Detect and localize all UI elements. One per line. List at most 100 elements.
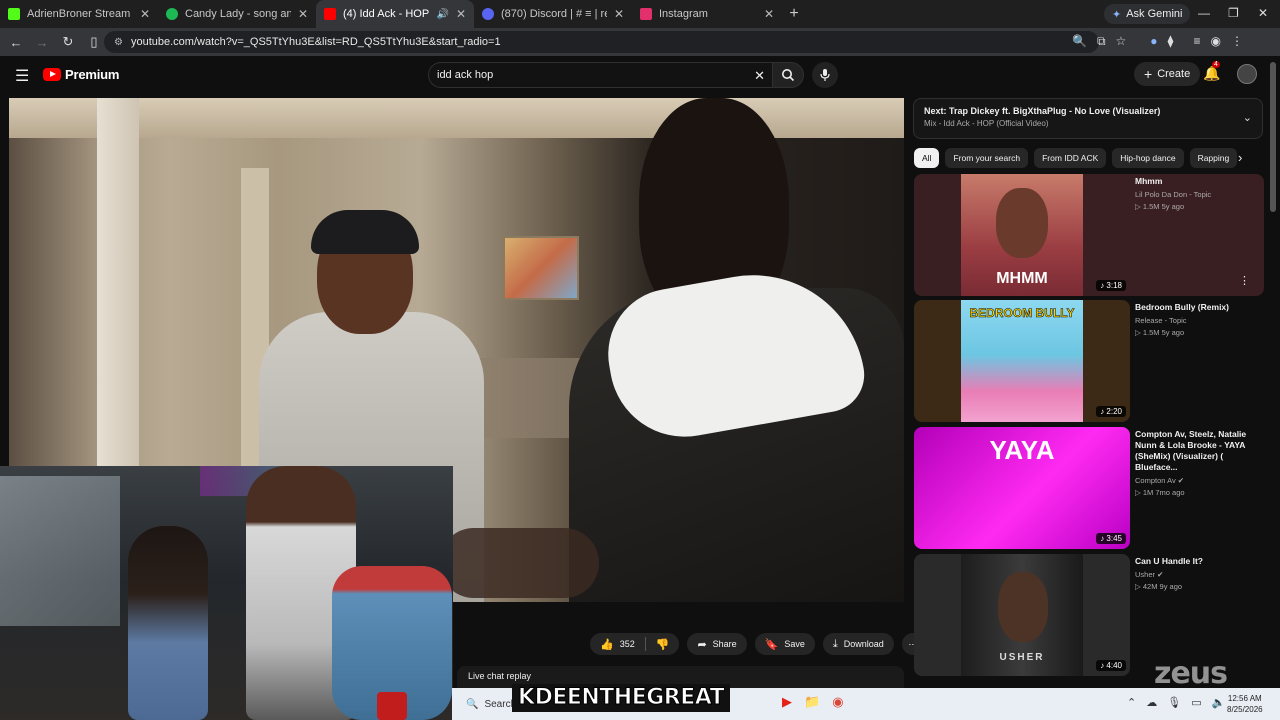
more-vertical-icon[interactable]: ⋮ bbox=[1239, 274, 1250, 287]
browser-tab-youtube[interactable]: (4) Idd Ack - HOP (Official V 🔊 ✕ bbox=[316, 0, 474, 28]
create-label: Create bbox=[1157, 68, 1191, 80]
profile-icon[interactable]: ◉ bbox=[1211, 34, 1221, 49]
clear-search-icon[interactable]: ✕ bbox=[754, 68, 765, 84]
browser-tab-kick[interactable]: AdrienBroner Stream - Watch L ✕ bbox=[0, 0, 158, 28]
chevron-down-icon[interactable]: ⌄ bbox=[1243, 111, 1252, 124]
browser-tab-bar: AdrienBroner Stream - Watch L ✕ Candy La… bbox=[0, 0, 1280, 28]
close-window-icon[interactable]: ✕ bbox=[1258, 6, 1268, 20]
chip-from-your-search[interactable]: From your search bbox=[945, 148, 1029, 168]
browser-address-row: ← → ↻ ▯ ⚙ youtube.com/watch?v=_QS5TtYhu3… bbox=[0, 28, 1280, 56]
cloud-icon[interactable]: ☁ bbox=[1146, 696, 1157, 709]
extensions-puzzle-icon[interactable]: ⧫ bbox=[1168, 34, 1174, 49]
video-thumbnail[interactable]: USHER ♪ 4:40 bbox=[914, 554, 1130, 676]
volume-icon[interactable]: 🔈 bbox=[1212, 696, 1226, 709]
thumbs-down-icon[interactable]: 👎 bbox=[656, 638, 670, 651]
video-thumbnail[interactable]: YAYA ♪ 3:45 bbox=[914, 427, 1130, 549]
filter-chips: All From your search From IDD ACK Hip-ho… bbox=[914, 148, 1238, 168]
share-button[interactable]: ➦ Share bbox=[687, 633, 747, 655]
back-icon[interactable]: ← bbox=[4, 35, 28, 50]
duration-badge: ♪ 4:40 bbox=[1096, 660, 1126, 671]
extension-icon[interactable]: ● bbox=[1150, 34, 1157, 49]
zoom-icon[interactable]: 🔍 bbox=[1072, 34, 1087, 49]
close-tab-icon[interactable]: ✕ bbox=[140, 7, 150, 21]
chip-rapping[interactable]: Rapping bbox=[1189, 148, 1238, 168]
close-tab-icon[interactable]: ✕ bbox=[614, 7, 624, 21]
search-input[interactable]: idd ack hop ✕ bbox=[428, 62, 773, 88]
taskbar-clock[interactable]: 12:56 AM 8/25/2026 bbox=[1227, 693, 1263, 715]
video-info: Mhmm Lil Polo Da Don - Topic ▷ 1.5M 5y a… bbox=[1135, 176, 1261, 211]
like-button[interactable]: 👍 352 👎 bbox=[590, 633, 680, 655]
channel-name[interactable]: Release - Topic bbox=[1135, 316, 1261, 325]
url-bar[interactable]: ⚙ youtube.com/watch?v=_QS5TtYhu3E&list=R… bbox=[104, 31, 1099, 53]
search-button[interactable] bbox=[772, 62, 804, 88]
reload-icon[interactable]: ↻ bbox=[56, 34, 80, 50]
bookmark-star-icon[interactable]: ☆ bbox=[1116, 34, 1127, 49]
video-title[interactable]: Compton Av, Steelz, Natalie Nunn & Lola … bbox=[1135, 429, 1261, 473]
chevron-right-icon[interactable]: › bbox=[1238, 150, 1242, 165]
create-button[interactable]: + Create bbox=[1134, 62, 1201, 86]
reading-list-icon[interactable]: ≡ bbox=[1193, 34, 1200, 49]
duration-badge: ♪ 3:45 bbox=[1096, 533, 1126, 544]
voice-search-button[interactable] bbox=[812, 62, 838, 88]
plus-icon: + bbox=[1144, 66, 1153, 82]
site-info-icon[interactable]: ⚙ bbox=[114, 37, 123, 48]
ask-gemini-button[interactable]: ✦ Ask Gemini bbox=[1104, 4, 1191, 24]
video-actions: 👍 352 👎 ➦ Share 🔖 Save ⤓ Download ⋯ bbox=[590, 633, 924, 655]
video-title[interactable]: Bedroom Bully (Remix) bbox=[1135, 302, 1261, 313]
page-scrollbar[interactable] bbox=[1270, 62, 1276, 212]
channel-name[interactable]: Usher ✔ bbox=[1135, 570, 1261, 579]
chip-from-idd-ack[interactable]: From IDD ACK bbox=[1034, 148, 1107, 168]
video-meta: ▷ 1M 7mo ago bbox=[1135, 488, 1185, 497]
kick-icon bbox=[8, 8, 20, 20]
system-tray: ⌃ ☁ 🎙 ▭ 🔈 bbox=[1127, 696, 1225, 709]
close-tab-icon[interactable]: ✕ bbox=[298, 7, 308, 21]
video-thumbnail[interactable]: BEDROOM BULLY ♪ 2:20 bbox=[914, 300, 1130, 422]
maximize-icon[interactable]: ❐ bbox=[1228, 6, 1239, 20]
forward-icon[interactable]: → bbox=[30, 35, 54, 50]
account-avatar[interactable] bbox=[1237, 64, 1257, 84]
side-panel-icon[interactable]: ▯ bbox=[82, 34, 106, 50]
recommended-video[interactable]: MHMM ♪ 3:18 Mhmm Lil Polo Da Don - Topic… bbox=[914, 174, 1264, 296]
chevron-up-icon[interactable]: ⌃ bbox=[1127, 696, 1136, 709]
channel-name[interactable]: Lil Polo Da Don - Topic bbox=[1135, 190, 1261, 199]
recommended-video[interactable]: YAYA ♪ 3:45 Compton Av, Steelz, Natalie … bbox=[914, 427, 1264, 549]
live-chat-label: Live chat replay bbox=[468, 671, 532, 681]
tab-label: (870) Discord | # ≡ | reaction bbox=[501, 8, 607, 20]
cast-icon[interactable]: ⧉ bbox=[1097, 34, 1106, 49]
up-next-title: Next: Trap Dickey ft. BigXthaPlug - No L… bbox=[924, 106, 1161, 116]
microphone-icon[interactable]: 🎙 bbox=[1167, 696, 1181, 709]
display-icon[interactable]: ▭ bbox=[1191, 696, 1201, 709]
close-tab-icon[interactable]: ✕ bbox=[456, 7, 466, 21]
chrome-icon[interactable]: ◉ bbox=[832, 694, 843, 710]
video-title[interactable]: Can U Handle It? bbox=[1135, 556, 1261, 567]
recommended-video[interactable]: BEDROOM BULLY ♪ 2:20 Bedroom Bully (Remi… bbox=[914, 300, 1264, 422]
video-thumbnail[interactable]: MHMM ♪ 3:18 bbox=[914, 174, 1130, 296]
video-info: Bedroom Bully (Remix) Release - Topic ▷ … bbox=[1135, 302, 1261, 337]
video-title[interactable]: Mhmm bbox=[1135, 176, 1261, 187]
thumbnail-face bbox=[998, 572, 1048, 642]
youtube-logo[interactable]: Premium bbox=[43, 67, 119, 82]
chip-hip-hop-dance[interactable]: Hip-hop dance bbox=[1112, 148, 1184, 168]
minimize-icon[interactable]: — bbox=[1198, 6, 1210, 20]
browser-menu-icon[interactable]: ⋮ bbox=[1231, 34, 1243, 49]
close-tab-icon[interactable]: ✕ bbox=[764, 7, 774, 21]
address-bar-actions: 🔍 ⧉ ☆ ● ⧫ ≡ ◉ ⋮ bbox=[1072, 34, 1243, 49]
save-button[interactable]: 🔖 Save bbox=[754, 633, 815, 655]
video-meta: ▷ 42M 9y ago bbox=[1135, 582, 1183, 591]
download-button[interactable]: ⤓ Download bbox=[822, 633, 894, 655]
search-value: idd ack hop bbox=[437, 69, 494, 81]
file-explorer-icon[interactable]: 📁 bbox=[804, 694, 820, 710]
notifications-button[interactable]: 🔔 4 bbox=[1203, 61, 1220, 82]
speaker-icon[interactable]: 🔊 bbox=[436, 9, 448, 20]
youtube-app-icon[interactable]: ▶ bbox=[782, 694, 792, 710]
channel-name[interactable]: Compton Av ✔ bbox=[1135, 476, 1261, 485]
chip-all[interactable]: All bbox=[914, 148, 940, 168]
download-label: Download bbox=[843, 639, 884, 649]
new-tab-button[interactable]: + bbox=[782, 5, 806, 23]
browser-tab-discord[interactable]: (870) Discord | # ≡ | reaction ✕ bbox=[474, 0, 632, 28]
menu-icon[interactable]: ☰ bbox=[15, 66, 29, 86]
browser-tab-spotify[interactable]: Candy Lady - song and lyrics by ✕ bbox=[158, 0, 316, 28]
thumbnail-title-text: USHER bbox=[999, 652, 1045, 663]
up-next-box[interactable]: Next: Trap Dickey ft. BigXthaPlug - No L… bbox=[913, 98, 1263, 139]
browser-tab-instagram[interactable]: Instagram ✕ bbox=[632, 0, 782, 28]
